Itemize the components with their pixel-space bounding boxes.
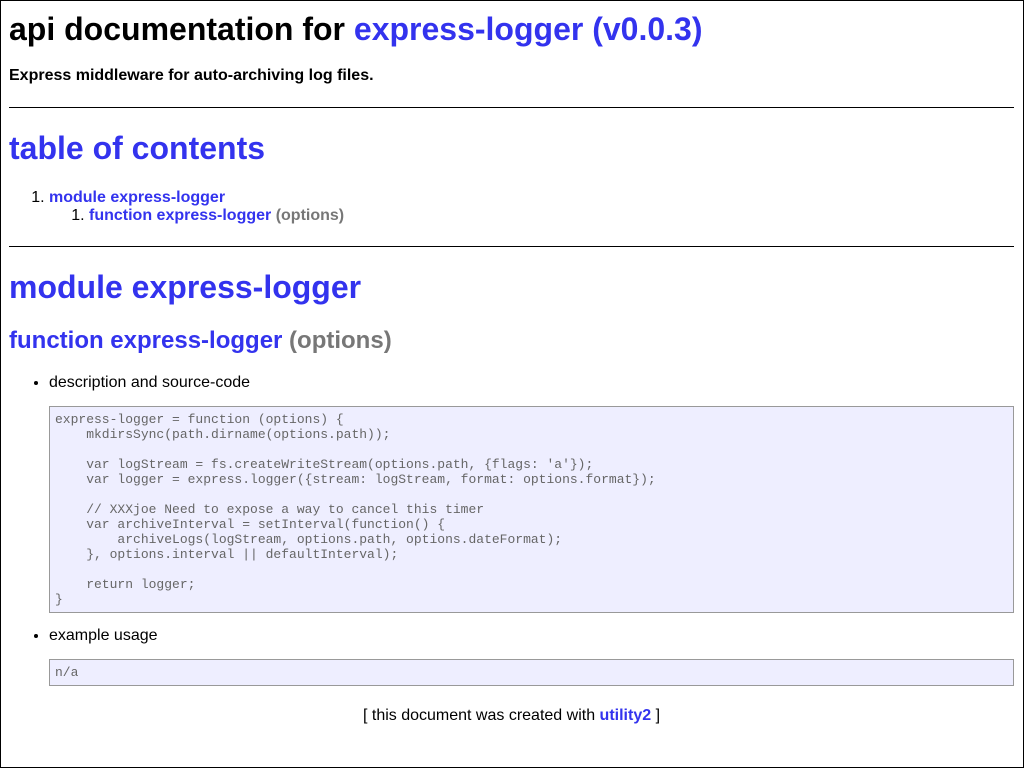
section-label-example: example usage (49, 627, 158, 644)
toc-link-function[interactable]: function express-logger (89, 207, 271, 224)
list-item: description and source-code express-logg… (49, 374, 1014, 613)
module-heading: module express-logger (9, 269, 362, 305)
footer-text-open: [ this document was created with (362, 707, 596, 724)
example-code-block: n/a (49, 659, 1014, 686)
toc-heading: table of contents (9, 130, 266, 166)
function-heading: function express-logger (options) (9, 326, 1014, 356)
toc-sublist: function express-logger (options) (49, 207, 1014, 225)
toc-item-function: function express-logger (options) (89, 207, 1014, 225)
divider (9, 107, 1014, 108)
source-code-block: express-logger = function (options) { mk… (49, 406, 1014, 613)
toc-function-params: (options) (275, 207, 345, 224)
page-title: api documentation for express-logger (v0… (9, 10, 1014, 48)
footer-text-close: ] (655, 707, 661, 724)
toc-list: module express-logger function express-l… (9, 189, 1014, 225)
utility2-link[interactable]: utility2 (600, 707, 652, 724)
section-label-description: description and source-code (49, 374, 251, 391)
list-item: example usage n/a (49, 627, 1014, 686)
function-params: (options) (289, 327, 392, 354)
function-details-list: description and source-code express-logg… (9, 374, 1014, 686)
document: api documentation for express-logger (v0… (1, 10, 1023, 726)
function-name: function express-logger (9, 327, 283, 354)
package-link[interactable]: express-logger (v0.0.3) (354, 11, 703, 47)
toc-link-module[interactable]: module express-logger (49, 189, 225, 206)
divider (9, 246, 1014, 247)
package-description: Express middleware for auto-archiving lo… (9, 67, 374, 84)
toc-item-module: module express-logger function express-l… (49, 189, 1014, 225)
footer: [ this document was created with utility… (9, 706, 1014, 726)
page-title-prefix: api documentation for (9, 11, 345, 47)
